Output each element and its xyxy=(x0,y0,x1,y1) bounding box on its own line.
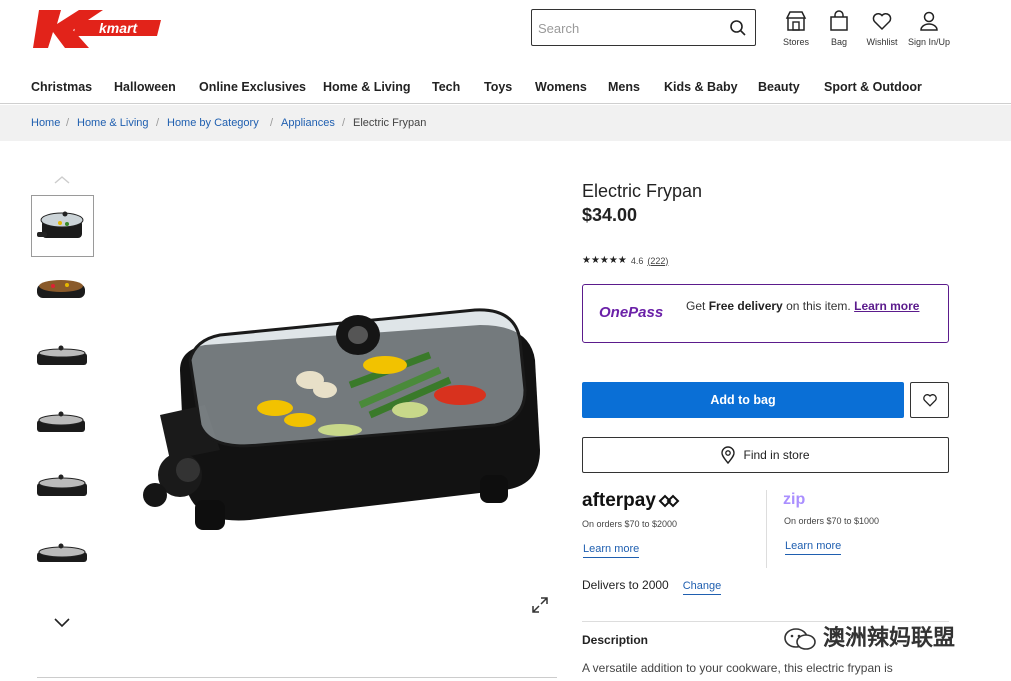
add-to-wishlist-button[interactable] xyxy=(910,382,949,418)
frypan-thumbnail-icon xyxy=(37,345,87,365)
stores-label: Stores xyxy=(782,37,809,47)
frypan-thumbnail-icon xyxy=(37,474,87,496)
bag-link[interactable]: Bag xyxy=(817,10,861,47)
onepass-learn-more[interactable]: Learn more xyxy=(854,299,919,313)
onepass-text: Get Free delivery on this item. Learn mo… xyxy=(686,299,920,313)
nav-sport-outdoor[interactable]: Sport & Outdoor xyxy=(824,80,922,94)
breadcrumb-separator: / xyxy=(66,117,70,129)
review-count[interactable]: (222) xyxy=(647,256,668,266)
main-nav: Christmas Halloween Online Exclusives Ho… xyxy=(0,72,1011,104)
thumbnail-6[interactable] xyxy=(31,520,94,582)
product-rating[interactable]: ★★★★★ 4.6 (222) xyxy=(582,255,668,266)
user-icon xyxy=(920,11,938,31)
electric-frypan-image xyxy=(143,308,540,530)
search-input[interactable] xyxy=(538,18,718,38)
wishlist-link[interactable]: Wishlist xyxy=(860,10,904,47)
nav-toys[interactable]: Toys xyxy=(484,80,512,94)
breadcrumb-appliances[interactable]: Appliances xyxy=(281,117,335,129)
breadcrumb-separator: / xyxy=(156,117,160,129)
thumbnail-2[interactable] xyxy=(31,260,94,322)
star-rating-icon: ★★★★★ xyxy=(582,255,627,266)
kmart-logo[interactable]: kmart xyxy=(33,8,163,50)
breadcrumb: Home / Home & Living / Home by Category … xyxy=(0,105,1011,141)
nav-christmas[interactable]: Christmas xyxy=(31,80,92,94)
description-heading[interactable]: Description xyxy=(582,633,648,647)
delivery-location: Delivers to 2000 Change xyxy=(582,578,722,595)
search-box[interactable] xyxy=(531,9,756,46)
breadcrumb-separator: / xyxy=(270,117,274,129)
chevron-up-icon[interactable] xyxy=(53,174,71,184)
change-postcode-link[interactable]: Change xyxy=(682,580,722,595)
search-icon[interactable] xyxy=(729,19,747,37)
description-text: A versatile addition to your cookware, t… xyxy=(582,661,893,675)
svg-text:kmart: kmart xyxy=(99,20,138,36)
afterpay-arrows-icon xyxy=(658,494,680,508)
expand-icon[interactable] xyxy=(531,596,549,614)
rating-value: 4.6 xyxy=(630,255,644,266)
chevron-down-icon[interactable] xyxy=(52,616,72,628)
location-pin-icon xyxy=(721,446,736,464)
wishlist-label: Wishlist xyxy=(866,37,898,47)
wechat-icon xyxy=(784,628,816,650)
nav-home-living[interactable]: Home & Living xyxy=(323,80,411,94)
afterpay-logo: afterpay xyxy=(582,490,680,512)
nav-tech[interactable]: Tech xyxy=(432,80,460,94)
frypan-thumbnail-icon xyxy=(37,411,85,432)
product-price: $34.00 xyxy=(582,205,638,225)
product-title: Electric Frypan xyxy=(582,181,703,201)
find-in-store-button[interactable]: Find in store xyxy=(582,437,949,473)
frypan-thumbnail-icon xyxy=(37,280,85,298)
zip-range: On orders $70 to $1000 xyxy=(784,516,880,526)
nav-mens[interactable]: Mens xyxy=(608,80,640,94)
zip-learn-more[interactable]: Learn more xyxy=(785,540,842,555)
nav-halloween[interactable]: Halloween xyxy=(114,80,176,94)
onepass-logo: OnePass xyxy=(599,304,664,321)
nav-online-exclusives[interactable]: Online Exclusives xyxy=(199,80,306,94)
nav-beauty[interactable]: Beauty xyxy=(758,80,800,94)
heart-icon xyxy=(922,394,937,407)
zip-logo: zip xyxy=(783,491,806,508)
wechat-watermark: 澳洲辣妈联盟 xyxy=(783,620,955,652)
breadcrumb-home-living[interactable]: Home & Living xyxy=(77,117,149,129)
breadcrumb-current: Electric Frypan xyxy=(353,117,427,129)
sign-in-link[interactable]: Sign In/Up xyxy=(907,10,951,47)
afterpay-range: On orders $70 to $2000 xyxy=(582,519,678,529)
frypan-thumbnail-icon xyxy=(37,543,87,562)
bag-icon xyxy=(830,10,848,31)
heart-icon xyxy=(872,13,892,31)
find-in-store-label: Find in store xyxy=(743,448,810,462)
afterpay-learn-more[interactable]: Learn more xyxy=(583,543,640,558)
store-icon xyxy=(785,11,807,31)
main-product-image[interactable] xyxy=(110,280,560,560)
bag-label: Bag xyxy=(830,37,847,47)
onepass-banner: OnePass Get Free delivery on this item. … xyxy=(582,284,949,343)
breadcrumb-home-by-category[interactable]: Home by Category xyxy=(167,117,259,129)
frypan-thumbnail-icon xyxy=(37,211,84,238)
divider xyxy=(37,677,557,678)
stores-link[interactable]: Stores xyxy=(774,10,818,47)
breadcrumb-separator: / xyxy=(342,117,346,129)
breadcrumb-home[interactable]: Home xyxy=(31,117,60,129)
thumbnail-5[interactable] xyxy=(31,455,94,517)
thumbnail-3[interactable] xyxy=(31,325,94,387)
nav-womens[interactable]: Womens xyxy=(535,80,587,94)
thumbnail-1[interactable] xyxy=(31,195,94,257)
thumbnail-4[interactable] xyxy=(31,390,94,452)
sign-in-label: Sign In/Up xyxy=(907,37,951,47)
add-to-bag-button[interactable]: Add to bag xyxy=(582,382,904,418)
divider xyxy=(766,490,767,568)
nav-kids-baby[interactable]: Kids & Baby xyxy=(664,80,738,94)
